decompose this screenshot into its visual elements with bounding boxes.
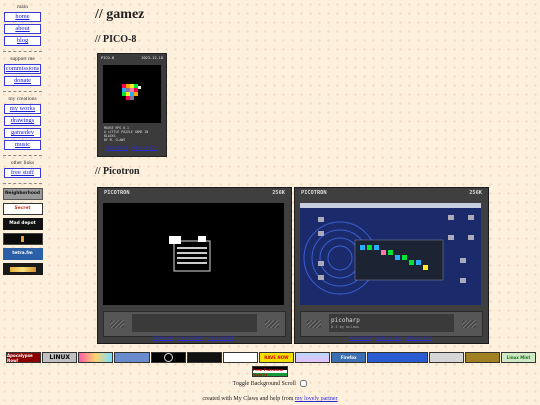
- picotron-logo: PICOTRON: [104, 190, 130, 196]
- picotron-1-bbs-link[interactable]: view on bbs: [178, 335, 204, 341]
- neighborhood-badge[interactable]: Neighborhood: [2, 188, 43, 200]
- picotron-game-2-thumbnail: [300, 203, 481, 295]
- toggle-row: Toggle Background Scroll: [0, 380, 540, 387]
- sidebar-link-commissions[interactable]: commissions: [4, 64, 41, 74]
- sidebar-section-label-other: other links: [10, 160, 35, 166]
- picotron-cart-1-links: download - view on bbs - view on itch: [97, 335, 290, 341]
- pico8-download-link[interactable]: download: [106, 145, 127, 151]
- label-area: picoharp 0.3 by mclaws: [329, 314, 454, 332]
- cheetah-badge[interactable]: [464, 352, 500, 363]
- blue-badge[interactable]: [114, 352, 150, 363]
- toggle-background-label: Toggle Background Scroll: [232, 380, 296, 387]
- pico8-cart-screen: [103, 65, 161, 123]
- sidebar-link-about[interactable]: about: [4, 24, 41, 34]
- sidebar-link-free-stuff[interactable]: free stuff: [4, 168, 41, 178]
- sidebar-link-drawings[interactable]: drawings: [4, 116, 41, 126]
- footer-badge-row: Apocalypse Now! LINUX RAVE NOW Firefox L…: [6, 352, 537, 364]
- linux-mint-badge[interactable]: Linux Mint: [500, 352, 537, 363]
- sidebar-link-music[interactable]: music: [4, 140, 41, 150]
- rainbow-badge[interactable]: [78, 352, 114, 363]
- mad-depot-badge[interactable]: Mad depot: [2, 218, 43, 230]
- pico8-game-thumbnail: [122, 84, 141, 100]
- secret-badge[interactable]: Secret: [2, 203, 43, 215]
- pico8-cart-logo: PICO-8: [101, 56, 114, 60]
- pastel-badge[interactable]: [295, 352, 331, 363]
- pico8-heading: // PICO-8: [95, 34, 137, 45]
- picotron-cart-2-title: picoharp: [331, 317, 360, 324]
- pico8-itch-link[interactable]: view on itch: [132, 145, 158, 151]
- sparkle-icon: [9, 266, 36, 272]
- slash-badge[interactable]: [222, 352, 258, 363]
- sparkle-badge[interactable]: [2, 263, 43, 275]
- tetra-fm-badge[interactable]: tetra.fm: [2, 248, 43, 260]
- picotron-cartridge-1[interactable]: PICOTRON 256K: [97, 187, 292, 344]
- picotron-cart-2-screen: [300, 203, 481, 305]
- pico8-cart-header: PICO-8 2023-12-18: [98, 54, 166, 63]
- apocalypse-now-badge[interactable]: Apocalypse Now!: [6, 352, 42, 363]
- linux-badge[interactable]: LINUX: [42, 352, 78, 363]
- grip-icon: [307, 320, 321, 328]
- picotron-cart-2-label: picoharp 0.3 by mclaws: [300, 311, 483, 337]
- swirl-icon: [163, 353, 173, 362]
- toggle-background-checkbox[interactable]: [300, 380, 308, 387]
- picotron-cartridge-2[interactable]: PICOTRON 256K picoharp 0.3 by mclaws: [294, 187, 489, 344]
- picotron-cart-header: PICOTRON 256K: [295, 188, 488, 198]
- pico8-cart-date: 2023-12-18: [141, 56, 163, 60]
- sidebar-link-gamedev[interactable]: gamedev: [4, 128, 41, 138]
- pico8-cart-label-desc: A LITTLE PUZZLE GAME IN BLACKS: [104, 130, 149, 138]
- dark-site-badge[interactable]: [2, 233, 43, 245]
- label-area: [132, 314, 257, 332]
- dark-badge[interactable]: [186, 352, 222, 363]
- page-title: // gamez: [95, 7, 145, 22]
- swirl-badge[interactable]: [150, 352, 186, 363]
- sidebar-section-label-support: support me: [10, 56, 35, 62]
- sidebar-link-my-works[interactable]: my works: [4, 104, 41, 114]
- picotron-cart-header: PICOTRON 256K: [98, 188, 291, 198]
- sidebar-section-label-main: main: [17, 4, 28, 10]
- divider: [3, 183, 42, 184]
- divider: [3, 51, 42, 52]
- credits: created with My Claws and help from my l…: [0, 396, 540, 402]
- picotron-2-download-link[interactable]: download: [350, 335, 371, 341]
- pico8-cart-label: MOUSE RPG 0.1 A LITTLE PUZZLE GAME IN BL…: [104, 126, 158, 142]
- picotron-2-bbs-link[interactable]: view on bbs: [375, 335, 401, 341]
- sidebar-link-blog[interactable]: blog: [4, 36, 41, 46]
- sidebar-link-donate[interactable]: donate: [4, 76, 41, 86]
- blue-banner-badge[interactable]: [367, 352, 428, 363]
- picotron-2-itch-link[interactable]: view on itch: [405, 335, 431, 341]
- picotron-1-download-link[interactable]: download: [153, 335, 174, 341]
- grip-icon: [265, 320, 279, 328]
- partner-link[interactable]: my lovely partner: [295, 396, 338, 402]
- rave-now-badge[interactable]: RAVE NOW: [258, 352, 294, 363]
- picotron-cart-2-subtitle: 0.3 by mclaws: [331, 325, 360, 329]
- sidebar-section-label-creations: my creations: [8, 96, 37, 102]
- picotron-cart-1-screen: [103, 203, 284, 305]
- picotron-heading: // Picotron: [95, 166, 140, 177]
- grip-icon: [462, 320, 476, 328]
- credit-text: created with My Claws and help from: [202, 396, 295, 402]
- picotron-game-1-thumbnail: [169, 236, 211, 272]
- divider: [3, 155, 42, 156]
- picotron-cart-2-links: download - view on bbs - view on itch: [294, 335, 487, 341]
- pico8-cartridge[interactable]: PICO-8 2023-12-18 MOUSE RPG 0.1 A LITTLE…: [97, 53, 167, 157]
- divider: [3, 91, 42, 92]
- free-palestine-badge[interactable]: Free Palestine Now!!!: [252, 366, 288, 377]
- sidebar: main home about blog support me commissi…: [0, 0, 45, 275]
- picotron-cart-size: 256K: [272, 190, 285, 196]
- sidebar-link-home[interactable]: home: [4, 12, 41, 22]
- grip-icon: [110, 320, 124, 328]
- pico8-cart-label-author: BY M. CLAWS: [104, 138, 126, 142]
- picotron-cart-size: 256K: [469, 190, 482, 196]
- flame-icon: [21, 236, 24, 242]
- grey-badge[interactable]: [428, 352, 464, 363]
- firefox-badge[interactable]: Firefox: [331, 352, 367, 363]
- picotron-logo: PICOTRON: [301, 190, 327, 196]
- pico8-links: download - view on itch: [98, 145, 166, 151]
- picotron-cart-1-label: [103, 311, 286, 337]
- picotron-1-itch-link[interactable]: view on itch: [208, 335, 234, 341]
